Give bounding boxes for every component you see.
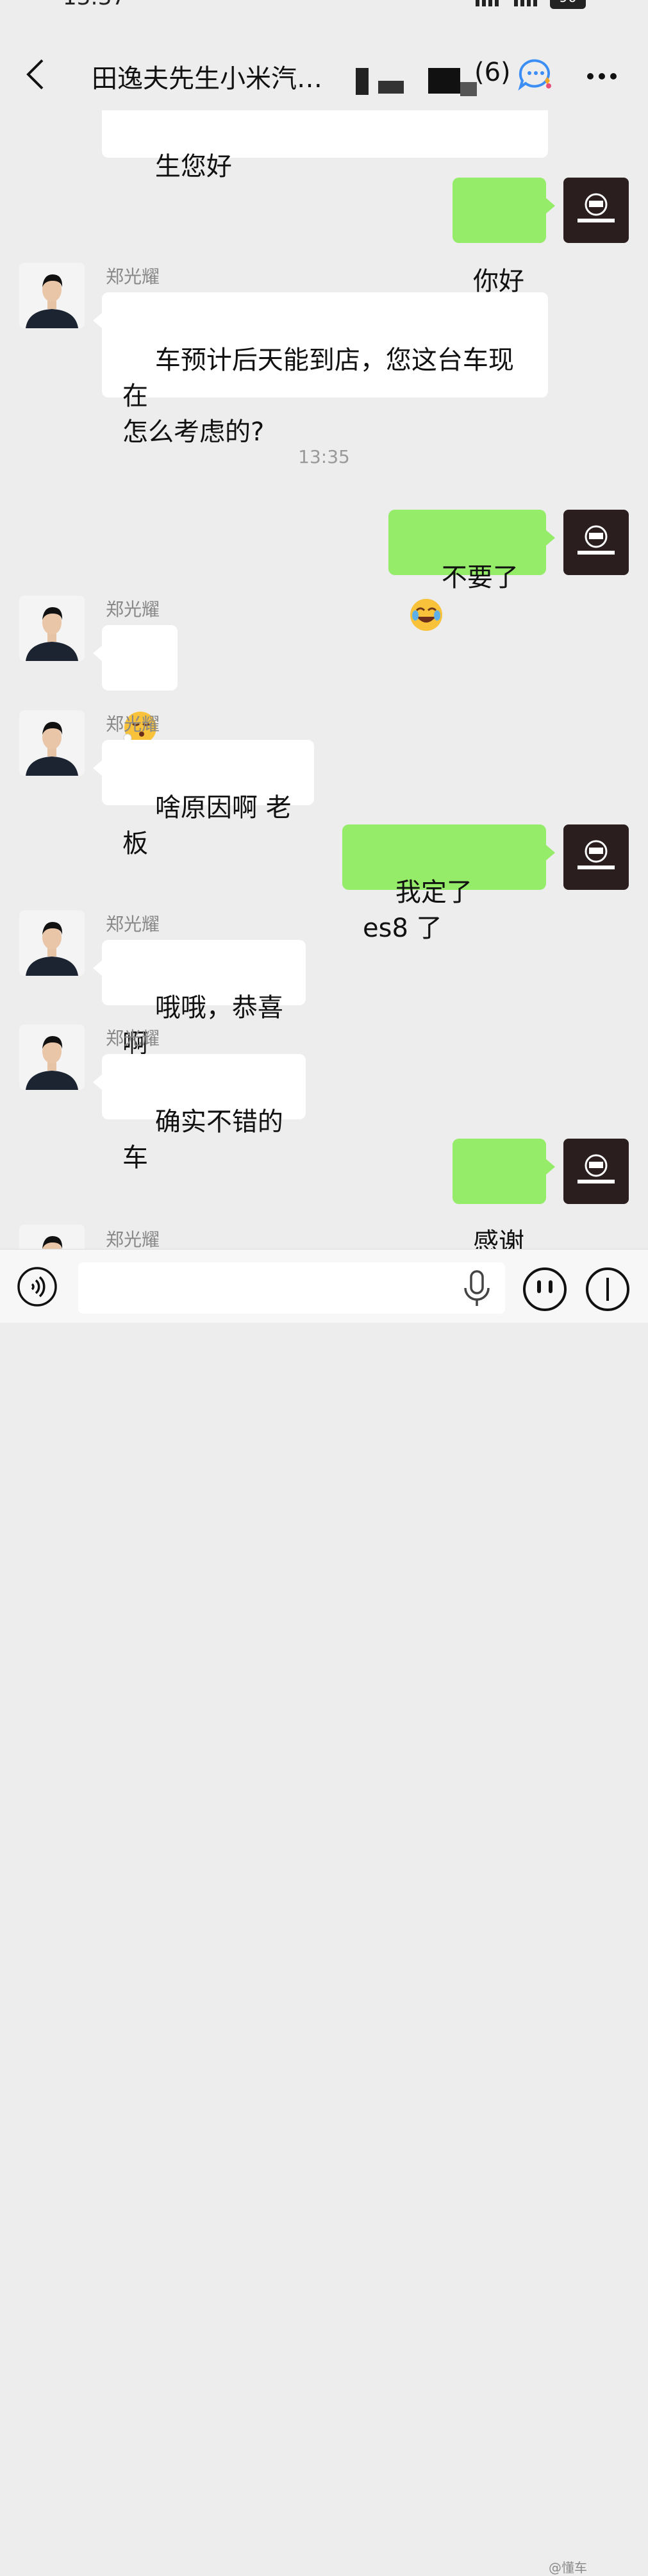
contact-avatar[interactable] (19, 596, 85, 661)
my-avatar[interactable] (563, 510, 629, 575)
watermark: @懂车 (549, 2560, 587, 2575)
person-avatar-icon (19, 710, 85, 776)
message-bubble-incoming[interactable]: 确实不错的车 (93, 1054, 306, 1173)
message-text: 不要了 (441, 563, 519, 592)
sender-name: 郑光耀 (106, 599, 160, 620)
message-input[interactable] (78, 1262, 505, 1314)
sender-name: 郑光耀 (106, 266, 160, 287)
message-list[interactable]: 生您好 你好 郑光耀 车预计后天能到店，您这台车现在 怎么考虑的? 13:35 … (0, 110, 648, 1249)
emoji-icon[interactable] (522, 1266, 568, 1312)
message-bubble-outgoing[interactable]: 感谢 (453, 1139, 555, 1249)
sender-name: 郑光耀 (106, 1028, 160, 1049)
logo-avatar-icon (577, 1154, 615, 1183)
person-avatar-icon (19, 1025, 85, 1090)
person-avatar-icon (19, 596, 85, 661)
chat-header: 田逸夫先生小米汽… (6) (0, 40, 648, 110)
plus-icon[interactable] (585, 1266, 631, 1312)
back-arrow-icon[interactable] (23, 58, 49, 91)
contact-avatar[interactable] (19, 710, 85, 776)
person-avatar-icon (19, 1225, 85, 1249)
person-avatar-icon (19, 263, 85, 328)
message-bubble-outgoing[interactable]: 不要了 (388, 510, 555, 631)
status-bar: 13:37 90 (0, 0, 648, 9)
message-text: 啥原因啊 老板 (122, 793, 292, 858)
voice-mode-icon[interactable] (17, 1266, 58, 1307)
logo-avatar-icon (577, 840, 615, 869)
battery-icon: 90 (550, 0, 586, 9)
my-avatar[interactable] (563, 824, 629, 890)
message-bubble-incoming[interactable]: 车预计后天能到店，您这台车现在 怎么考虑的? (93, 292, 548, 447)
message-bubble-incoming[interactable]: 哦哦，恭喜啊 (93, 940, 306, 1058)
message-bubble-outgoing[interactable]: 你好 (453, 178, 555, 296)
message-bubble-incoming[interactable] (93, 625, 178, 746)
microphone-icon[interactable] (461, 1270, 492, 1309)
message-bubble-incoming[interactable]: 生您好 (102, 110, 548, 181)
person-avatar-icon (19, 910, 85, 976)
my-avatar[interactable] (563, 1139, 629, 1204)
ai-assistant-icon[interactable] (517, 55, 554, 92)
censor-block (356, 68, 369, 95)
chat-title[interactable]: 田逸夫先生小米汽… (92, 58, 322, 95)
message-bubble-outgoing[interactable]: 我定了 es8 了 (342, 824, 555, 943)
more-icon[interactable] (586, 72, 618, 81)
contact-avatar[interactable] (19, 1225, 85, 1249)
logo-avatar-icon (577, 193, 615, 222)
status-time: 13:37 (63, 0, 126, 9)
message-text: 车预计后天能到店，您这台车现在 怎么考虑的? (122, 346, 514, 447)
logo-avatar-icon (577, 525, 615, 555)
contact-avatar[interactable] (19, 1025, 85, 1090)
my-avatar[interactable] (563, 178, 629, 243)
contact-avatar[interactable] (19, 910, 85, 976)
message-text: 生您好 (154, 152, 232, 181)
input-bar: @懂车 (0, 1249, 648, 2575)
message-text: 感谢 (473, 1228, 524, 1249)
message-bubble-incoming[interactable]: 啥原因啊 老板 (93, 740, 314, 858)
contact-avatar[interactable] (19, 263, 85, 328)
signal-icon (476, 0, 499, 6)
message-timestamp: 13:35 (298, 446, 350, 467)
censor-block (428, 68, 460, 94)
battery-level: 90 (559, 0, 577, 6)
sender-name: 郑光耀 (106, 714, 160, 735)
sender-name: 郑光耀 (106, 1229, 160, 1249)
rofl-emoji-icon (410, 599, 442, 631)
message-text: 确实不错的车 (122, 1107, 283, 1173)
signal-icon-2 (514, 0, 537, 6)
message-text: 我定了 es8 了 (363, 878, 481, 943)
censor-block (378, 81, 404, 94)
sender-name: 郑光耀 (106, 914, 160, 935)
member-count: (6) (474, 58, 511, 87)
